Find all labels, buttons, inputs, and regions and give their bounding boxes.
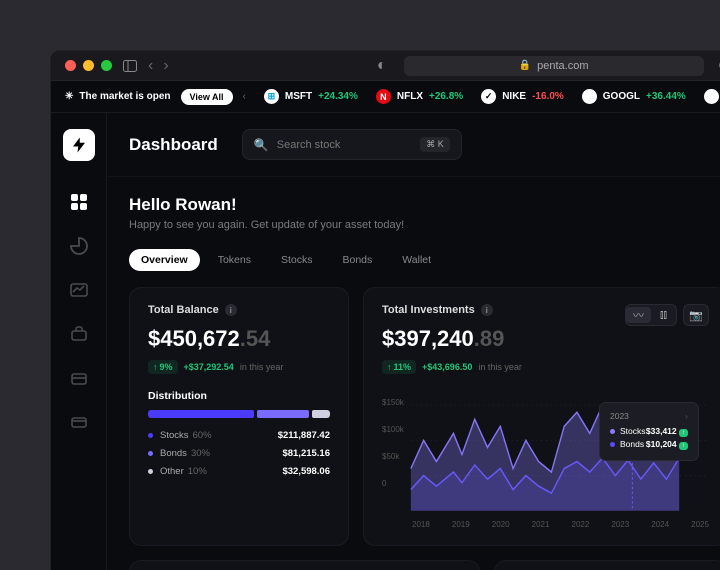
ticker-googl[interactable]: G GOOGL +36.44% [582,89,686,104]
app-logo[interactable] [63,129,95,161]
balance-change-pill: ↑ 9% [148,360,178,374]
distribution-row: Bonds30%$81,215.16 [148,448,330,459]
balance-change-abs: +$37,292.54 [184,362,234,372]
nav-briefcase-icon[interactable] [68,367,90,389]
investments-amount: $397,240.89 [382,326,522,352]
close-window[interactable] [65,60,76,71]
maximize-window[interactable] [101,60,112,71]
distribution-title: Distribution [148,390,330,402]
ticker-change: +24.34% [318,91,358,102]
ticker-icon [704,89,719,104]
search-icon: 🔍 [254,138,269,152]
ticker-aapl[interactable]: AAPL+17.56% [704,89,720,104]
ticker-symbol: NFLX [397,91,423,102]
nav-trends-icon[interactable] [68,279,90,301]
lock-icon: 🔒 [519,60,531,71]
view-all-button[interactable]: View All [181,89,233,105]
nav-portfolio-icon[interactable] [68,323,90,345]
ticker-symbol: NIKE [502,91,526,102]
ticker-prev-icon[interactable]: ‹ [243,91,246,102]
nav-dashboard-icon[interactable] [68,191,90,213]
investments-change-period: in this year [478,362,522,372]
ticker-icon: ⊞ [264,89,279,104]
ticker-change: +36.44% [646,91,686,102]
ticker-icon: N [376,89,391,104]
ticker-bar: ✳ The market is open View All ‹ ⊞ MSFT +24… [51,81,720,113]
ticker-symbol: MSFT [285,91,312,102]
balance-change-period: in this year [240,362,284,372]
tabs: Overview Tokens Stocks BondsWallet [129,249,720,271]
ticker-nflx[interactable]: N NFLX +26.8% [376,89,463,104]
ticker-change: +26.8% [429,91,463,102]
total-investments-card: Total Investments i $397,240.89 ↑ 11% +$… [363,287,720,546]
nav-analytics-icon[interactable] [68,235,90,257]
market-status-text: The market is open [79,91,170,102]
investments-title: Total Investments [382,304,475,316]
url-text: penta.com [537,60,588,72]
sidebar-toggle-icon[interactable] [123,60,137,72]
investments-change-pill: ↑ 11% [382,360,416,374]
greeting-subtext: Happy to see you again. Get update of yo… [129,219,720,231]
tab-tokens[interactable]: Tokens [206,249,263,271]
distribution-row: Stocks60%$211,887.42 [148,430,330,441]
distribution-bar [148,410,330,418]
info-icon[interactable]: i [225,304,237,316]
greeting-heading: Hello Rowan! [129,195,720,215]
info-icon[interactable]: i [481,304,493,316]
total-profits-card: Total Profits i [129,560,480,570]
ticker-change: -16.0% [532,91,564,102]
ticker-icon: G [582,89,597,104]
top-bar: Dashboard 🔍 Search stock ⌘ K [107,113,720,177]
chart-tooltip: 2023› Stocks$33,412 ↑Bonds$10,204 ↑ [599,402,699,461]
tab-bonds[interactable]: Bonds [331,249,385,271]
sidebar [51,113,107,570]
minimize-window[interactable] [83,60,94,71]
investments-change-abs: +$43,696.50 [422,362,472,372]
line-chart-icon: 〰 [626,307,651,323]
search-placeholder: Search stock [277,139,341,151]
sparkle-icon: ✳ [65,91,73,102]
nav-card-icon[interactable] [68,411,90,433]
snapshot-button[interactable]: 📷 [683,304,709,326]
balance-title: Total Balance [148,304,219,316]
appearance-icon[interactable]: ◐ [377,57,387,75]
market-status: ✳ The market is open [65,91,171,102]
chevron-right-icon: › [685,411,688,421]
distribution-row: Other10%$32,598.06 [148,466,330,477]
nav-forward-icon[interactable]: › [163,57,168,75]
ticker-msft[interactable]: ⊞ MSFT +24.34% [264,89,358,104]
total-balance-card: Total Balance i $450,672.54 ↑ 9% +$37,29… [129,287,349,546]
tab-overview[interactable]: Overview [129,249,200,271]
investments-chart: $150k$100k$50k0 2023› Stocks$33,412 ↑Bon… [382,398,709,518]
ticker-symbol: GOOGL [603,91,640,102]
page-title: Dashboard [129,135,218,155]
ticker-list: ⊞ MSFT +24.34% N NFLX +26.8% ✓ NIKE -16.0% G GOOGL… [264,89,720,104]
search-input[interactable]: 🔍 Search stock ⌘ K [242,129,462,160]
balance-amount: $450,672.54 [148,326,330,352]
url-bar[interactable]: 🔒 penta.com [404,56,704,76]
chart-type-toggle[interactable]: 〰⫾⫾ [625,304,677,326]
tab-wallet[interactable]: Wallet [390,249,443,271]
traffic-lights [65,60,112,71]
tab-stocks[interactable]: Stocks [269,249,325,271]
transaction-activity-card: Transaction activity [494,560,720,570]
ticker-icon: ✓ [481,89,496,104]
search-hotkey: ⌘ K [420,137,450,152]
ticker-nike[interactable]: ✓ NIKE -16.0% [481,89,564,104]
bar-chart-icon: ⫾⫾ [651,309,676,322]
nav-back-icon[interactable]: ‹ [148,57,153,75]
browser-chrome: ‹ › ◐ 🔒 penta.com ⟳ [51,51,720,81]
